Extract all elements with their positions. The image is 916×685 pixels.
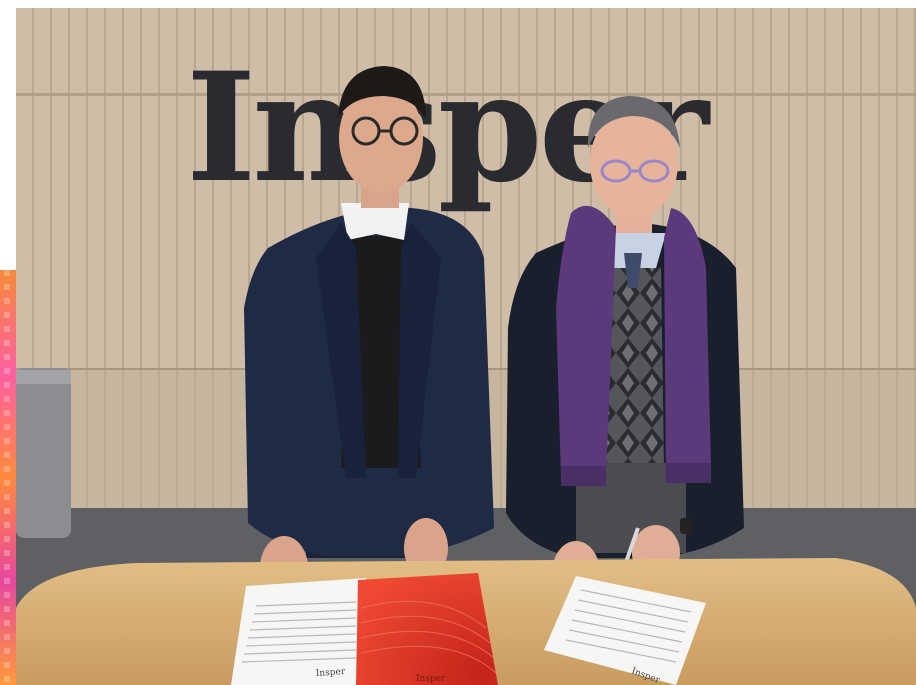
document-left-mark: Insper	[316, 667, 347, 679]
folder-mark: Insper	[416, 674, 446, 684]
adjacent-image-edge	[0, 270, 16, 685]
adjacent-image-pattern	[4, 270, 10, 685]
document-left: Insper	[231, 578, 366, 685]
red-folder: Insper	[356, 573, 498, 685]
signing-photo: Insper Insper Insper Insper	[16, 8, 916, 685]
trash-bin	[16, 368, 71, 538]
